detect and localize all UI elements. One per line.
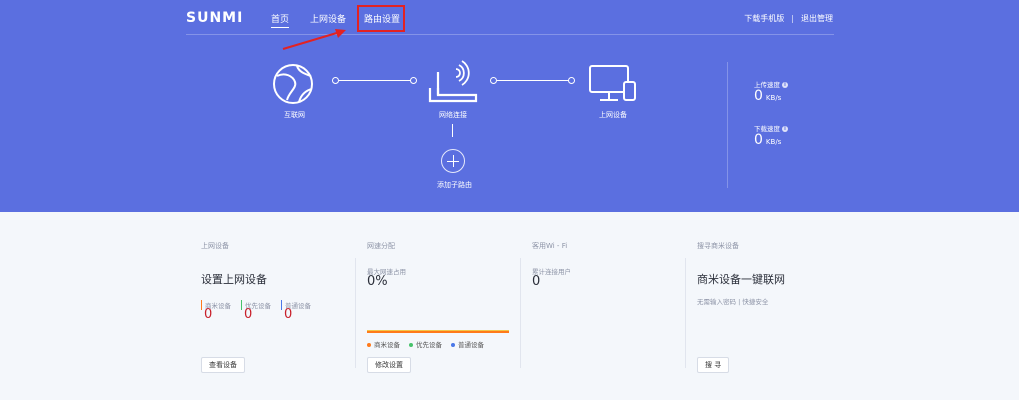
router-icon[interactable] [428, 58, 480, 106]
search-panel-heading: 商米设备一键联网 [697, 273, 785, 286]
nav-separator: | [791, 14, 794, 23]
red-arrow-icon [282, 29, 346, 50]
connector-line [339, 80, 411, 81]
hero-banner: SUNMI 首页 上网设备 路由设置 下载手机版|退出管理 互联网 网络连接 [0, 0, 1019, 212]
nav-devices[interactable]: 上网设备 [310, 12, 346, 25]
subrouter-line [452, 124, 453, 137]
connector-line [497, 80, 569, 81]
legend-normal: 普通设备 [451, 339, 484, 349]
connector-dot [490, 77, 497, 84]
bandwidth-bar [367, 330, 509, 333]
add-subrouter-label[interactable]: 添加子路由 [437, 180, 472, 190]
panel-divider [685, 258, 686, 368]
search-panel-title: 搜寻商米设备 [697, 242, 739, 250]
info-icon[interactable]: i [782, 126, 788, 132]
highlight-box [357, 5, 405, 32]
connector-dot [410, 77, 417, 84]
devices-icon[interactable] [588, 64, 638, 104]
info-icon[interactable]: i [782, 82, 788, 88]
internet-label: 互联网 [284, 111, 305, 119]
top-nav: SUNMI 首页 上网设备 路由设置 下载手机版 | 退出管理 [0, 0, 1019, 35]
commercial-device-count: 0 [204, 307, 213, 322]
priority-device-count: 0 [244, 307, 253, 322]
max-speed-value: 0% [367, 274, 388, 289]
sunmi-logo[interactable]: SUNMI [186, 10, 243, 26]
online-devices-label: 上网设备 [599, 111, 627, 119]
search-panel-desc: 无需输入密码 | 快捷安全 [697, 298, 769, 306]
nav-home[interactable]: 首页 [271, 12, 290, 28]
view-devices-button[interactable]: 查看设备 [201, 357, 245, 373]
globe-icon[interactable] [271, 62, 317, 106]
connected-users-value: 0 [532, 274, 541, 289]
connector-dot [332, 77, 339, 84]
search-button[interactable]: 搜 寻 [697, 357, 730, 373]
download-app-link[interactable]: 下载手机版 [744, 14, 784, 23]
nav-right-links: 下载手机版 | 退出管理 [744, 13, 833, 24]
panel-divider [520, 258, 521, 368]
panel-divider [355, 258, 356, 368]
download-speed-value: 0 KB/s [754, 132, 782, 148]
legend-priority: 优先设备 [409, 339, 442, 349]
speed-divider [727, 62, 728, 188]
guest-wifi-panel-title: 客用Wi - Fi [532, 242, 568, 250]
modify-settings-button[interactable]: 修改设置 [367, 357, 411, 373]
legend-commercial: 商米设备 [367, 339, 400, 349]
add-subrouter-icon[interactable] [441, 149, 465, 173]
connector-dot [568, 77, 575, 84]
bandwidth-panel-title: 网速分配 [367, 242, 395, 250]
devices-panel-title: 上网设备 [201, 242, 229, 250]
devices-panel-heading: 设置上网设备 [201, 273, 267, 286]
network-connection-label: 网络连接 [439, 111, 467, 119]
logout-link[interactable]: 退出管理 [801, 14, 833, 23]
normal-device-count: 0 [284, 307, 293, 322]
upload-speed-value: 0 KB/s [754, 88, 782, 104]
